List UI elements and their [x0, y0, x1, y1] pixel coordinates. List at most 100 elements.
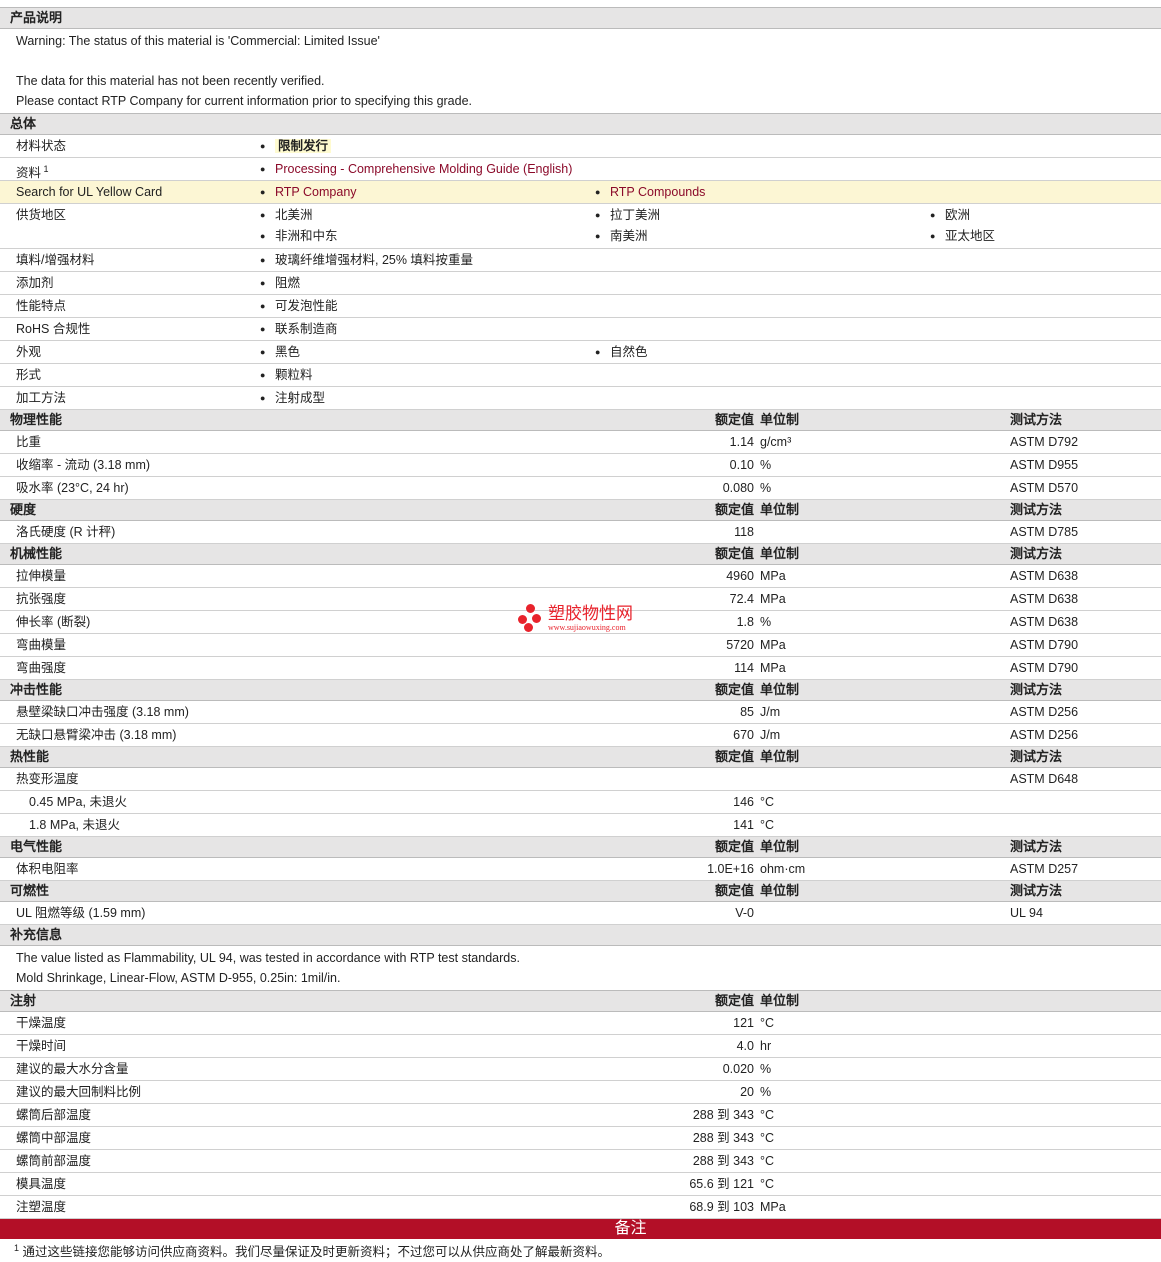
injection-row: 干燥温度 121 °C	[0, 1012, 1161, 1035]
section-header: 总体	[0, 114, 1161, 135]
property-unit: %	[760, 1085, 772, 1099]
row-label: 形式	[16, 368, 42, 382]
link[interactable]: Processing - Comprehensive Molding Guide…	[275, 162, 572, 176]
property-name: 弯曲模量	[16, 638, 67, 652]
method-column-header: 测试方法	[1010, 502, 1063, 517]
row-label: 填料/增强材料	[16, 253, 95, 267]
injection-row: 螺筒后部温度 288 到 343 °C	[0, 1104, 1161, 1127]
list-item[interactable]: Processing - Comprehensive Molding Guide…	[260, 158, 572, 180]
property-value: 65.6 到 121	[689, 1177, 754, 1191]
property-unit: MPa	[760, 661, 786, 675]
section-header: 电气性能 额定值 单位制 测试方法	[0, 837, 1161, 858]
method-column-header: 测试方法	[1010, 839, 1063, 854]
test-method: ASTM D790	[1010, 638, 1079, 652]
property-value: 288 到 343	[692, 1108, 754, 1122]
property-name: 悬壁梁缺口冲击强度 (3.18 mm)	[16, 705, 189, 719]
section-title: 总体	[10, 116, 37, 131]
notes-header: 备注	[0, 1219, 1161, 1239]
property-unit: J/m	[760, 728, 781, 742]
list-item: 拉丁美洲	[595, 204, 660, 226]
section-header: 机械性能 额定值 单位制 测试方法	[0, 544, 1161, 565]
property-value: 288 到 343	[692, 1154, 754, 1168]
method-column-header: 测试方法	[1010, 883, 1063, 898]
property-row: 吸水率 (23°C, 24 hr) 0.080% ASTM D570	[0, 477, 1161, 500]
list-item[interactable]: RTP Company	[260, 181, 357, 203]
property-unit: °C	[760, 1131, 775, 1145]
logo-icon	[518, 604, 544, 632]
property-name: 1.8 MPa, 未退火	[29, 818, 120, 832]
property-value: 141	[733, 818, 754, 832]
value-column-header: 额定值	[714, 502, 754, 517]
list-item[interactable]: RTP Compounds	[595, 181, 706, 203]
section-title: 电气性能	[10, 839, 63, 854]
property-unit: °C	[760, 1177, 775, 1191]
method-column-header: 测试方法	[1010, 749, 1063, 764]
property-name: 弯曲强度	[16, 661, 67, 675]
supplement-text: The value listed as Flammability, UL 94,…	[0, 946, 1161, 991]
logo-name: 塑胶物性网	[548, 603, 633, 623]
property-value: 0.10	[729, 458, 754, 472]
property-row: UL 阻燃等级 (1.59 mm) V-0 UL 94	[0, 902, 1161, 925]
section-header: 注射 额定值 单位制	[0, 991, 1161, 1012]
property-row: 比重 1.14 g/cm³ ASTM D792	[0, 431, 1161, 454]
property-unit: MPa	[760, 592, 786, 606]
property-name: 无缺口悬臂梁冲击 (3.18 mm)	[16, 728, 177, 742]
property-name: 螺筒前部温度	[16, 1154, 92, 1168]
unit-column-header: 单位制	[760, 839, 800, 854]
property-unit: ohm·cm	[760, 862, 806, 876]
property-name: 干燥温度	[16, 1016, 67, 1030]
list-item: 非洲和中东	[260, 225, 337, 247]
property-name: 螺筒后部温度	[16, 1108, 92, 1122]
property-value: 114	[734, 661, 754, 675]
injection-row: 螺筒中部温度 288 到 343 °C	[0, 1127, 1161, 1150]
property-unit: °C	[760, 1108, 775, 1122]
watermark-logo: 塑胶物性网 www.sujiaowuxing.com	[518, 604, 633, 632]
unit-column-header: 单位制	[760, 546, 800, 561]
property-unit: °C	[760, 1016, 775, 1030]
property-name: 模具温度	[16, 1177, 67, 1191]
item-text: 注射成型	[275, 391, 326, 405]
item-text: 可发泡性能	[275, 299, 338, 313]
property-value: 1.0E+16	[707, 862, 754, 876]
property-row: 体积电阻率 1.0E+16 ohm·cm ASTM D257	[0, 858, 1161, 881]
link[interactable]: RTP Compounds	[610, 185, 705, 199]
section-header: 产品说明	[0, 8, 1161, 29]
property-row: 热变形温度 ASTM D648	[0, 768, 1161, 791]
test-method: ASTM D790	[1010, 661, 1079, 675]
general-row: 加工方法 注射成型	[0, 387, 1161, 410]
general-row: 供货地区 北美洲 拉丁美洲 欧洲非洲和中东 南美洲 亚太地区	[0, 204, 1161, 249]
test-method: ASTM D792	[1010, 435, 1079, 449]
test-method: ASTM D955	[1010, 458, 1079, 472]
row-label: 添加剂	[16, 276, 54, 290]
value-column-header: 额定值	[714, 839, 754, 854]
description-text: Warning: The status of this material is …	[0, 29, 1161, 114]
section-header: 热性能 额定值 单位制 测试方法	[0, 747, 1161, 768]
property-value: 4.0	[736, 1039, 754, 1053]
section-header: 冲击性能 额定值 单位制 测试方法	[0, 680, 1161, 701]
value-column-header: 额定值	[714, 883, 754, 898]
section-header: 物理性能 额定值 单位制 测试方法	[0, 410, 1161, 431]
property-value: 146	[733, 795, 754, 809]
property-name: 收缩率 - 流动 (3.18 mm)	[16, 458, 151, 472]
method-column-header: 测试方法	[1010, 682, 1063, 697]
value-column-header: 额定值	[714, 749, 754, 764]
injection-row: 建议的最大回制料比例 20%	[0, 1081, 1161, 1104]
injection-row: 注塑温度 68.9 到 103 MPa	[0, 1196, 1161, 1219]
row-label: 加工方法	[16, 391, 67, 405]
property-row: 拉伸模量 4960 MPa ASTM D638	[0, 565, 1161, 588]
property-unit: J/m	[760, 705, 781, 719]
test-method: ASTM D648	[1010, 772, 1079, 786]
property-unit: MPa	[760, 1200, 786, 1214]
property-value: 72.4	[729, 592, 754, 606]
test-method: ASTM D257	[1010, 862, 1079, 876]
method-column-header: 测试方法	[1010, 412, 1063, 427]
general-row: 资料 1Processing - Comprehensive Molding G…	[0, 158, 1161, 181]
general-row: Search for UL Yellow Card RTP Company RTP …	[0, 181, 1161, 204]
item-text: 限制发行	[275, 139, 332, 153]
link[interactable]: RTP Company	[275, 185, 357, 199]
general-row: 性能特点 可发泡性能	[0, 295, 1161, 318]
property-name: 注塑温度	[16, 1200, 67, 1214]
item-text: 亚太地区	[945, 229, 996, 243]
property-name: 比重	[16, 435, 42, 449]
section-title: 冲击性能	[10, 682, 63, 697]
